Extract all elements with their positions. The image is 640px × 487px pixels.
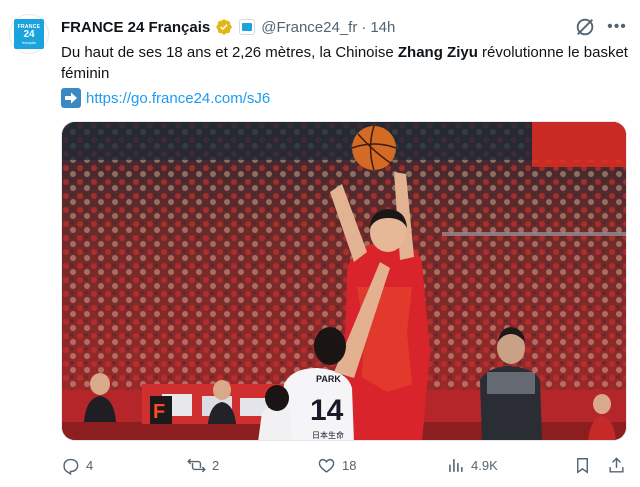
basketball-photo: F 14 PARK 日本生命 xyxy=(62,122,626,440)
france24-logo: FRANCE 24 français xyxy=(14,19,44,49)
reply-button[interactable]: 4 xyxy=(61,452,93,478)
view-count: 4.9K xyxy=(471,457,498,473)
affiliate-badge-icon[interactable] xyxy=(239,19,256,35)
account-avatar[interactable]: FRANCE 24 français xyxy=(9,14,49,54)
timestamp[interactable]: 14h xyxy=(370,19,395,36)
jersey-name: PARK xyxy=(316,374,341,384)
separator: · xyxy=(361,18,367,36)
tweet-link-row: https://go.france24.com/sJ6 xyxy=(61,87,270,109)
logo-line-3: français xyxy=(21,39,36,45)
grok-icon[interactable] xyxy=(574,16,596,38)
bookmark-button[interactable] xyxy=(573,452,598,478)
svg-text:F: F xyxy=(153,401,165,423)
verified-badge-icon[interactable] xyxy=(215,18,233,36)
share-icon xyxy=(609,456,624,473)
account-handle[interactable]: @France24_fr xyxy=(261,19,357,36)
tweet-photo[interactable]: F 14 PARK 日本生命 xyxy=(61,121,627,441)
repost-button[interactable]: 2 xyxy=(187,452,219,478)
repost-icon xyxy=(187,458,206,472)
repost-count: 2 xyxy=(212,457,220,473)
views-button[interactable]: 4.9K xyxy=(446,452,498,478)
logo-line-2: 24 xyxy=(23,28,35,40)
jersey-number: 14 xyxy=(310,394,344,427)
share-button[interactable] xyxy=(607,452,632,478)
more-icon[interactable]: ••• xyxy=(606,16,628,38)
like-button[interactable]: 18 xyxy=(317,452,356,478)
tweet-text-part-1: Du haut de ses 18 ans et 2,26 mètres, la… xyxy=(61,44,398,61)
display-name[interactable]: FRANCE 24 Français xyxy=(61,19,210,36)
like-count: 18 xyxy=(342,457,357,473)
jersey-sponsor: 日本生命 xyxy=(312,430,344,440)
like-icon xyxy=(318,458,335,473)
tweet-link[interactable]: https://go.france24.com/sJ6 xyxy=(86,90,270,107)
tweet-header: FRANCE 24 Français @France24_fr · 14h ••… xyxy=(61,16,630,38)
bookmark-icon xyxy=(577,457,588,474)
views-icon xyxy=(449,458,463,472)
tweet-text: Du haut de ses 18 ans et 2,26 mètres, la… xyxy=(61,42,629,84)
reply-count: 4 xyxy=(86,457,94,473)
reply-icon xyxy=(63,458,79,475)
right-arrow-icon xyxy=(61,88,81,108)
tweet-text-bold: Zhang Ziyu xyxy=(397,44,478,61)
tweet-action-bar: 4 2 18 4.9K xyxy=(61,452,629,478)
